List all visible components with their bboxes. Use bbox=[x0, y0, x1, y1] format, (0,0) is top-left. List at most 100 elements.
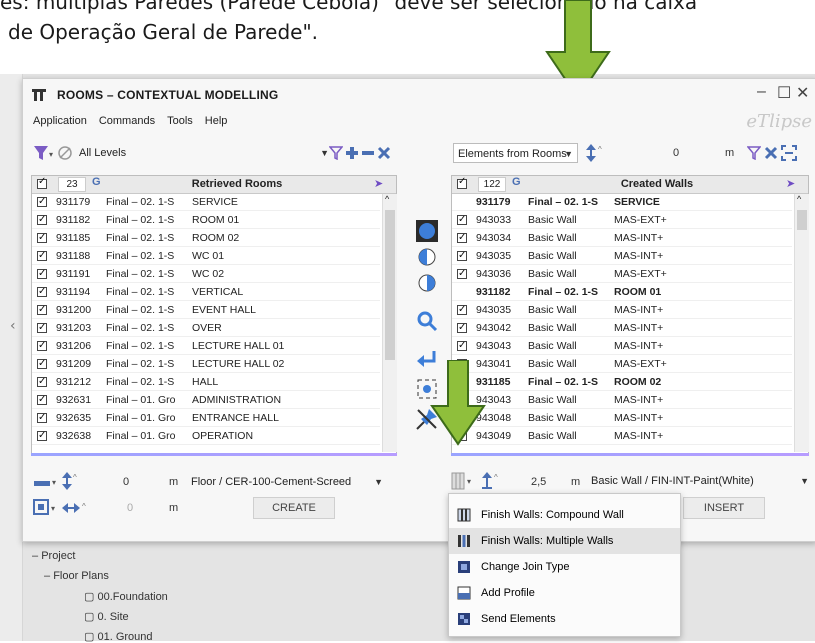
row-checkbox[interactable] bbox=[37, 374, 47, 389]
tree-node-site[interactable]: ▢ 0. Site bbox=[84, 610, 129, 623]
right-scroll-thumb[interactable] bbox=[797, 210, 807, 230]
funnel-icon[interactable] bbox=[329, 146, 343, 160]
menu-item-compound-wall[interactable]: Finish Walls: Compound Wall bbox=[449, 502, 680, 528]
minimize-button[interactable]: – bbox=[757, 83, 766, 101]
table-row[interactable]: 932638 Final – 01. Gro OPERATION bbox=[32, 428, 380, 445]
clear-selection-icon[interactable] bbox=[377, 146, 391, 160]
table-row[interactable]: 943049Basic WallMAS-INT+ bbox=[452, 428, 792, 445]
menu-item-multiple-walls[interactable]: Finish Walls: Multiple Walls bbox=[449, 528, 680, 554]
table-row[interactable]: 943035 Basic Wall MAS-INT+ bbox=[452, 302, 792, 319]
row-checkbox[interactable] bbox=[37, 248, 47, 263]
height-value[interactable]: 0 bbox=[673, 143, 679, 163]
table-row[interactable]: 931191 Final – 02. 1-S WC 02 bbox=[32, 266, 380, 283]
group-row[interactable]: 931185 Final – 02. 1-S ROOM 02 bbox=[452, 375, 792, 391]
menu-help[interactable]: Help bbox=[205, 115, 228, 127]
select-all-checkbox[interactable] bbox=[37, 176, 47, 189]
floor-width-value[interactable]: 0 bbox=[127, 498, 133, 518]
insert-button[interactable]: INSERT bbox=[683, 497, 765, 519]
table-row[interactable]: 931182 Final – 02. 1-S ROOM 01 bbox=[32, 212, 380, 229]
clear-selection-icon[interactable] bbox=[764, 146, 778, 160]
table-row[interactable]: 943043Basic WallMAS-INT+ bbox=[452, 392, 792, 409]
floor-type-select[interactable]: Floor / CER-100-Cement-Screed ▼ bbox=[187, 472, 387, 492]
wall-type-select[interactable]: Basic Wall / FIN-INT-Paint(White) ▼ bbox=[587, 471, 809, 491]
table-row[interactable]: 943042 Basic Wall MAS-INT+ bbox=[452, 320, 792, 337]
table-row[interactable]: 932631 Final – 01. Gro ADMINISTRATION bbox=[32, 392, 380, 409]
width-arrows-icon[interactable]: ^ bbox=[61, 501, 87, 515]
tree-node-project[interactable]: – Project bbox=[32, 550, 75, 562]
row-checkbox[interactable] bbox=[457, 230, 467, 245]
table-row[interactable]: 931206 Final – 02. 1-S LECTURE HALL 01 bbox=[32, 338, 380, 355]
left-scrollbar[interactable]: ^ bbox=[382, 194, 397, 452]
tree-collapse-icon[interactable]: – bbox=[32, 550, 38, 562]
table-row[interactable]: 931194 Final – 02. 1-S VERTICAL bbox=[32, 284, 380, 301]
clear-filter-icon[interactable] bbox=[57, 145, 73, 161]
row-checkbox[interactable] bbox=[37, 410, 47, 425]
tree-node-floor-plans[interactable]: – Floor Plans bbox=[44, 570, 109, 582]
elements-source-select[interactable]: Elements from Rooms ▼ bbox=[453, 143, 578, 163]
table-row[interactable]: 943048Basic WallMAS-INT+ bbox=[452, 410, 792, 427]
menu-item-send-elements[interactable]: Send Elements bbox=[449, 606, 680, 632]
select-all-checkbox[interactable] bbox=[457, 176, 467, 189]
select-cursor-icon[interactable]: ➤ bbox=[786, 177, 795, 190]
wall-offset-value[interactable]: 2,5 bbox=[531, 472, 546, 492]
select-cursor-icon[interactable]: ➤ bbox=[374, 177, 383, 190]
table-row[interactable]: 931188 Final – 02. 1-S WC 01 bbox=[32, 248, 380, 265]
level-select[interactable]: All Levels ▼ bbox=[75, 143, 329, 163]
filter-icon[interactable]: ▾ bbox=[33, 145, 55, 161]
menu-tools[interactable]: Tools bbox=[167, 115, 193, 127]
table-row[interactable]: 931179 Final – 02. 1-S SERVICE bbox=[32, 194, 380, 211]
scroll-up-icon[interactable]: ^ bbox=[385, 194, 389, 204]
row-checkbox[interactable] bbox=[37, 428, 47, 443]
table-row[interactable]: 932635 Final – 01. Gro ENTRANCE HALL bbox=[32, 410, 380, 427]
table-row[interactable]: 943036 Basic Wall MAS-EXT+ bbox=[452, 266, 792, 283]
left-half-circle-icon[interactable] bbox=[415, 245, 439, 269]
create-button[interactable]: CREATE bbox=[253, 497, 335, 519]
row-checkbox[interactable] bbox=[457, 302, 467, 317]
row-checkbox[interactable] bbox=[457, 320, 467, 335]
wall-layers-icon[interactable]: ▾ bbox=[451, 472, 477, 490]
expand-icon[interactable] bbox=[781, 145, 797, 161]
row-checkbox[interactable] bbox=[457, 338, 467, 353]
row-checkbox[interactable] bbox=[37, 356, 47, 371]
maximize-button[interactable]: ☐ bbox=[777, 83, 791, 103]
scroll-up-icon[interactable]: ^ bbox=[797, 194, 801, 204]
menu-application[interactable]: Application bbox=[33, 115, 87, 127]
tree-node-ground[interactable]: ▢ 01. Ground bbox=[84, 630, 153, 643]
menu-item-change-join-type[interactable]: Change Join Type bbox=[449, 554, 680, 580]
wall-offset-arrows-icon[interactable]: ^ bbox=[481, 471, 503, 491]
group-row[interactable]: 931182 Final – 02. 1-S ROOM 01 bbox=[452, 285, 792, 301]
expand-panel-icon[interactable]: ‹ bbox=[10, 318, 16, 334]
table-row[interactable]: 931200 Final – 02. 1-S EVENT HALL bbox=[32, 302, 380, 319]
right-half-circle-icon[interactable] bbox=[415, 271, 439, 295]
table-row[interactable]: 931185 Final – 02. 1-S ROOM 02 bbox=[32, 230, 380, 247]
row-checkbox[interactable] bbox=[37, 302, 47, 317]
row-checkbox[interactable] bbox=[37, 284, 47, 299]
height-arrows-icon[interactable]: ^ bbox=[585, 143, 607, 163]
row-checkbox[interactable] bbox=[457, 248, 467, 263]
table-row[interactable]: 931203 Final – 02. 1-S OVER bbox=[32, 320, 380, 337]
table-row[interactable]: 943034 Basic Wall MAS-INT+ bbox=[452, 230, 792, 247]
menu-item-add-profile[interactable]: Add Profile bbox=[449, 580, 680, 606]
floor-offset-value[interactable]: 0 bbox=[123, 472, 129, 492]
row-checkbox[interactable] bbox=[37, 230, 47, 245]
tree-collapse-icon[interactable]: – bbox=[44, 570, 50, 582]
collapsed-side-panel[interactable] bbox=[0, 74, 23, 641]
refresh-icon[interactable]: G bbox=[92, 176, 101, 188]
row-checkbox[interactable] bbox=[37, 392, 47, 407]
row-checkbox[interactable] bbox=[37, 212, 47, 227]
row-checkbox[interactable] bbox=[37, 338, 47, 353]
row-checkbox[interactable] bbox=[457, 266, 467, 281]
floor-grid-icon[interactable]: ▾ bbox=[33, 499, 59, 517]
zoom-icon[interactable] bbox=[415, 309, 439, 333]
remove-icon[interactable] bbox=[361, 146, 375, 160]
row-checkbox[interactable] bbox=[37, 194, 47, 209]
row-checkbox[interactable] bbox=[37, 266, 47, 281]
full-circle-icon[interactable] bbox=[415, 219, 439, 243]
add-icon[interactable] bbox=[345, 146, 359, 160]
close-button[interactable]: ✕ bbox=[796, 83, 809, 103]
refresh-icon[interactable]: G bbox=[512, 176, 521, 188]
floor-style-icon[interactable]: ▾ bbox=[33, 473, 59, 491]
table-row[interactable]: 931212 Final – 02. 1-S HALL bbox=[32, 374, 380, 391]
menu-commands[interactable]: Commands bbox=[99, 115, 155, 127]
table-row[interactable]: 943033 Basic Wall MAS-EXT+ bbox=[452, 212, 792, 229]
